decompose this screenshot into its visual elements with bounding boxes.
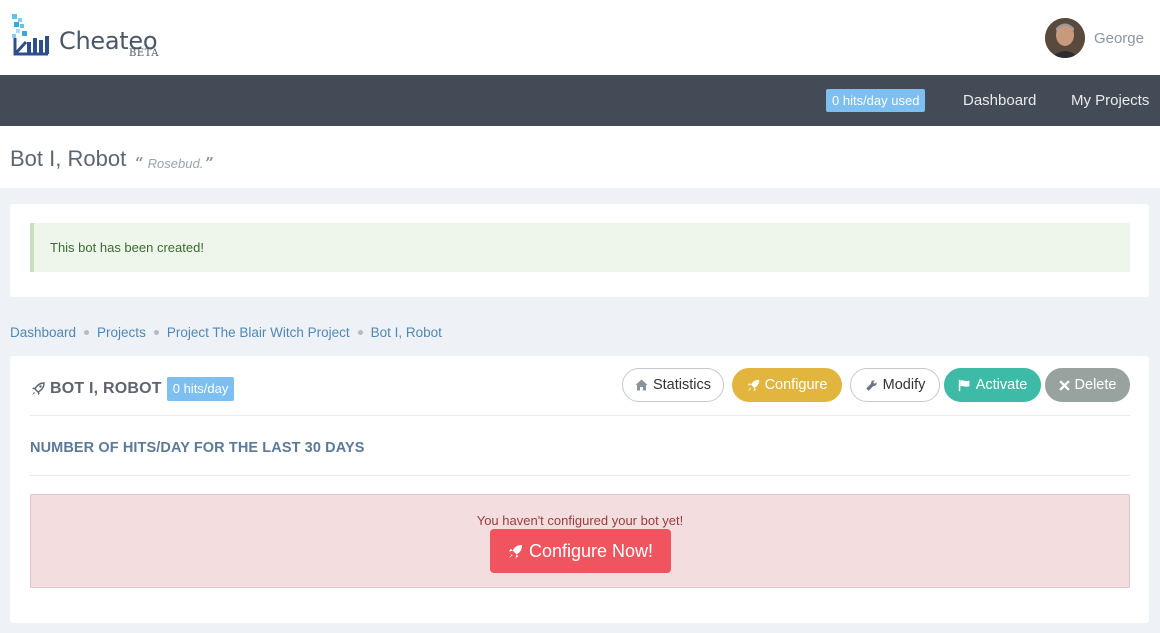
home-icon <box>635 379 648 391</box>
divider <box>30 415 1130 416</box>
configure-label: Configure <box>764 377 828 393</box>
nav-my-projects-link[interactable]: My Projects <box>1071 92 1149 109</box>
bot-header: BOT I, ROBOT 0 hits/day <box>30 376 235 402</box>
brand-beta-tag: BETA <box>129 48 159 59</box>
activate-label: Activate <box>975 377 1028 393</box>
divider <box>30 475 1130 476</box>
bot-quote: “ Rosebud. ” <box>135 154 214 172</box>
quote-left-icon: “ <box>135 154 144 172</box>
top-header: Cheateo BETA George <box>0 0 1160 75</box>
user-menu[interactable]: George <box>1044 18 1144 58</box>
usage-badge: 0 hits/day used <box>826 89 926 112</box>
statistics-button[interactable]: Statistics <box>622 368 724 402</box>
main-navbar: 0 hits/day used Dashboard My Projects <box>0 75 1160 126</box>
configure-now-label: Configure Now! <box>528 540 654 561</box>
breadcrumb-project[interactable]: Project The Blair Witch Project <box>167 325 350 340</box>
breadcrumb-separator <box>357 329 363 335</box>
avatar[interactable] <box>1044 18 1085 58</box>
success-alert: This bot has been created! <box>30 223 1130 272</box>
bot-name: BOT I, ROBOT <box>50 380 162 397</box>
not-configured-alert: You haven't configured your bot yet! Con… <box>30 494 1130 588</box>
configure-button[interactable]: Configure <box>732 368 842 402</box>
bot-actions: Statistics Configure Modify Activate Del… <box>622 368 1130 402</box>
breadcrumb-bot[interactable]: Bot I, Robot <box>371 325 442 340</box>
nav-dashboard-link[interactable]: Dashboard <box>963 92 1036 109</box>
configure-now-button[interactable]: Configure Now! <box>490 529 671 573</box>
breadcrumb-separator <box>153 329 159 335</box>
delete-label: Delete <box>1074 377 1117 393</box>
flag-icon <box>958 379 970 391</box>
rocket-icon <box>32 382 45 395</box>
breadcrumb-projects[interactable]: Projects <box>97 325 146 340</box>
page-title: Bot I, Robot <box>10 146 127 171</box>
breadcrumb: Dashboard Projects Project The Blair Wit… <box>10 323 442 341</box>
alert-panel: This bot has been created! <box>10 204 1149 297</box>
modify-button[interactable]: Modify <box>850 368 940 402</box>
hits-section-title: NUMBER OF HITS/DAY FOR THE LAST 30 DAYS <box>30 440 365 456</box>
breadcrumb-dashboard[interactable]: Dashboard <box>10 325 76 340</box>
user-name[interactable]: George <box>1094 30 1144 47</box>
page-title-strip: Bot I, Robot “ Rosebud. ” <box>0 126 1160 188</box>
rocket-icon <box>747 379 759 391</box>
activate-button[interactable]: Activate <box>944 368 1041 402</box>
statistics-label: Statistics <box>652 377 711 393</box>
bot-panel: BOT I, ROBOT 0 hits/day Statistics Confi… <box>10 356 1149 623</box>
chart-logo-icon <box>12 14 49 56</box>
quote-right-icon: ” <box>205 154 214 172</box>
brand-logo[interactable]: Cheateo BETA <box>10 12 160 64</box>
close-icon <box>1059 380 1069 390</box>
modify-label: Modify <box>882 377 926 393</box>
bot-hits-badge: 0 hits/day <box>166 377 235 401</box>
wrench-icon <box>865 379 877 391</box>
breadcrumb-separator <box>84 329 90 335</box>
rocket-icon <box>508 544 523 558</box>
delete-button[interactable]: Delete <box>1045 368 1130 402</box>
not-configured-text: You haven't configured your bot yet! <box>476 513 684 528</box>
quote-text: Rosebud. <box>147 155 204 171</box>
